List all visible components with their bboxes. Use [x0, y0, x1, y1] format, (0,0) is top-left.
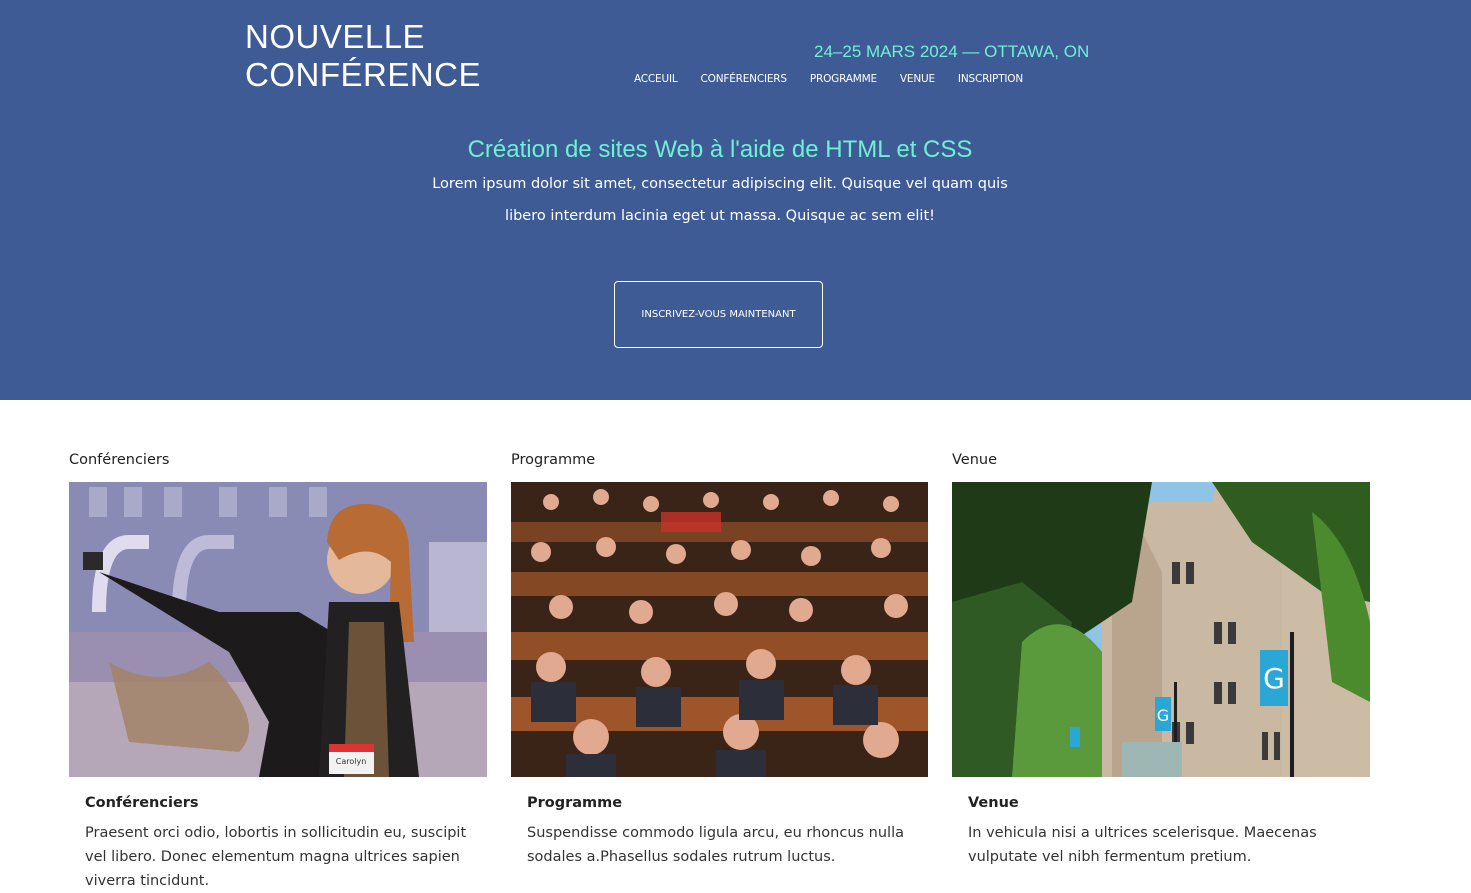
card-heading: Venue — [952, 452, 998, 468]
card-venue: Venue G G Venue In vehicula nisi a ultri… — [952, 452, 1370, 869]
card-title: Programme — [527, 795, 623, 811]
card-heading: Conférenciers — [69, 452, 170, 468]
audience-photo-icon[interactable] — [511, 482, 928, 777]
card-body: In vehicula nisi a ultrices scelerisque.… — [968, 825, 1317, 865]
nav-inscription[interactable]: INSCRIPTION — [958, 73, 1023, 85]
card-programme: Programme Programme Suspendisse commodo … — [511, 452, 928, 869]
speaker-photo-icon[interactable]: Carolyn — [69, 482, 487, 777]
brand-line-2: CONFÉRENCE — [245, 56, 482, 93]
name-badge-text: Carolyn — [336, 757, 367, 766]
banner-letter: G — [1263, 662, 1285, 695]
hero-description: Lorem ipsum dolor sit amet, consectetur … — [432, 176, 1008, 224]
hero-section: NOUVELLE CONFÉRENCE 24–25 MARS 2024 — OT… — [0, 0, 1471, 400]
main-nav: ACCEUIL CONFÉRENCIERS PROGRAMME VENUE IN… — [634, 73, 1046, 85]
venue-building-photo-icon[interactable]: G G — [952, 482, 1370, 777]
card-title: Venue — [968, 795, 1019, 811]
nav-acceuil[interactable]: ACCEUIL — [634, 73, 678, 85]
register-button[interactable]: INSCRIVEZ-VOUS MAINTENANT — [614, 281, 823, 348]
card-heading: Programme — [511, 452, 596, 468]
brand-line-1: NOUVELLE — [245, 18, 426, 55]
card-conferenciers: Conférenciers Carolyn Conférenciers Prae… — [69, 452, 487, 893]
nav-conferenciers[interactable]: CONFÉRENCIERS — [701, 73, 788, 85]
card-body: Suspendisse commodo ligula arcu, eu rhon… — [527, 825, 904, 865]
nav-programme[interactable]: PROGRAMME — [810, 73, 877, 85]
event-date-location: 24–25 MARS 2024 — OTTAWA, ON — [814, 42, 1090, 61]
banner-letter-small: G — [1157, 706, 1169, 725]
site-logo[interactable]: NOUVELLE CONFÉRENCE — [245, 18, 481, 94]
hero-title: Création de sites Web à l'aide de HTML e… — [467, 136, 973, 163]
card-title: Conférenciers — [85, 795, 199, 811]
nav-venue[interactable]: VENUE — [900, 73, 935, 85]
card-body: Praesent orci odio, lobortis in sollicit… — [85, 825, 467, 889]
